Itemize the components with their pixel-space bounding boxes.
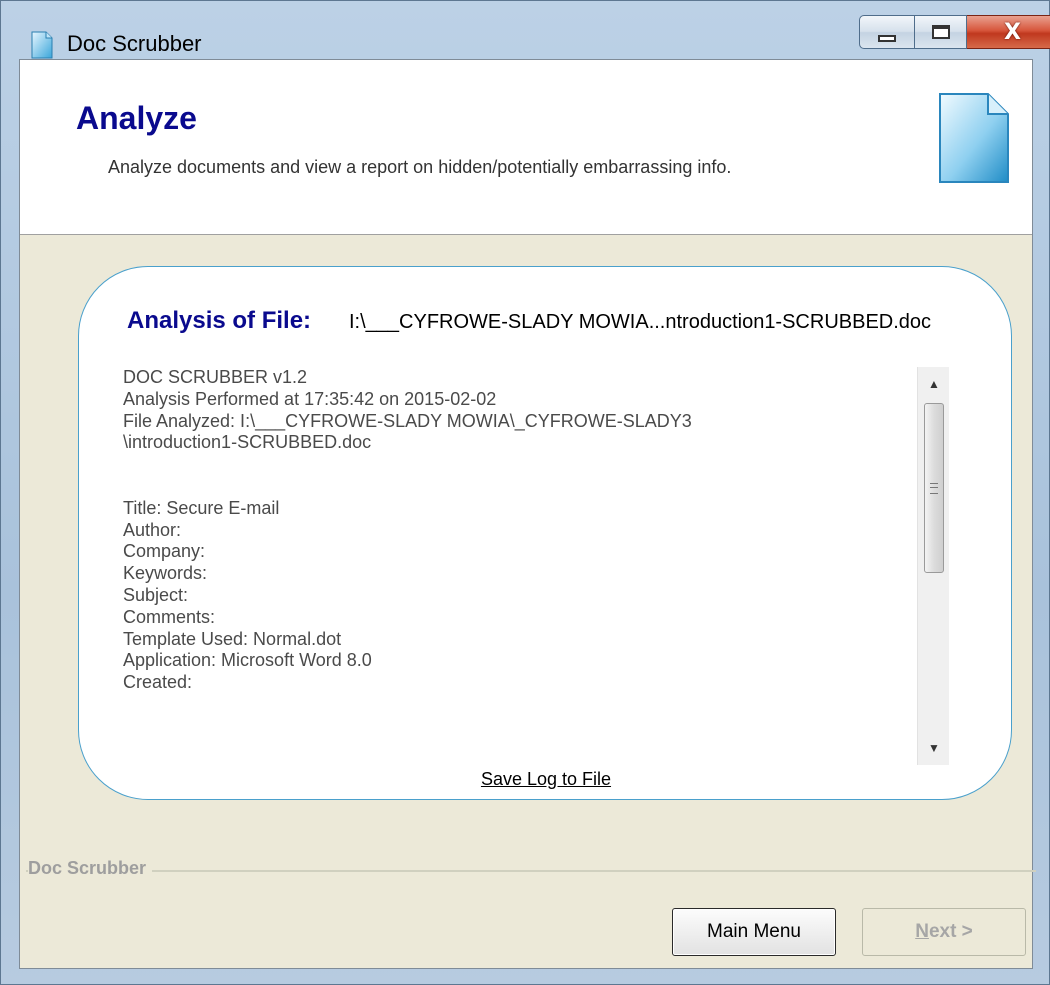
vertical-scrollbar[interactable]: ▲ ▼ bbox=[917, 367, 949, 765]
analysis-label: Analysis of File: bbox=[127, 307, 312, 334]
document-icon bbox=[939, 93, 1009, 183]
grip-icon bbox=[930, 482, 938, 494]
maximize-icon bbox=[931, 25, 950, 39]
next-button[interactable]: Next > bbox=[862, 908, 1026, 956]
analysis-panel: Analysis of File: I:\___CYFROWE-SLADY MO… bbox=[78, 266, 1012, 800]
close-button[interactable]: X bbox=[967, 15, 1050, 49]
page-title: Analyze bbox=[76, 100, 197, 136]
window-controls: X bbox=[859, 15, 1050, 51]
document-icon bbox=[31, 31, 53, 59]
log-text[interactable]: DOC SCRUBBER v1.2 Analysis Performed at … bbox=[123, 367, 903, 694]
main-menu-button[interactable]: Main Menu bbox=[672, 908, 836, 956]
analysis-log[interactable]: DOC SCRUBBER v1.2 Analysis Performed at … bbox=[123, 367, 949, 765]
minimize-icon bbox=[878, 34, 896, 42]
group-label: Doc Scrubber bbox=[28, 858, 153, 879]
window-title: Doc Scrubber bbox=[67, 31, 202, 56]
scroll-down-arrow-icon[interactable]: ▼ bbox=[918, 731, 949, 765]
minimize-button[interactable] bbox=[859, 15, 915, 49]
analysis-file-path: I:\___CYFROWE-SLADY MOWIA...ntroduction1… bbox=[349, 311, 932, 333]
header-panel: Analyze Analyze documents and view a rep… bbox=[20, 60, 1032, 235]
next-label: ext > bbox=[928, 921, 973, 942]
save-log-link[interactable]: Save Log to File bbox=[79, 769, 1013, 790]
doc-scrubber-window: Doc Scrubber X Analyze Analyze documents… bbox=[0, 0, 1050, 985]
scrollbar-thumb[interactable] bbox=[924, 403, 944, 573]
close-icon: X bbox=[1004, 19, 1021, 45]
client-area: Analyze Analyze documents and view a rep… bbox=[19, 59, 1036, 969]
next-mnemonic: N bbox=[915, 921, 929, 942]
maximize-button[interactable] bbox=[915, 15, 967, 49]
page-subtitle: Analyze documents and view a report on h… bbox=[108, 157, 732, 177]
scroll-up-arrow-icon[interactable]: ▲ bbox=[918, 367, 949, 401]
